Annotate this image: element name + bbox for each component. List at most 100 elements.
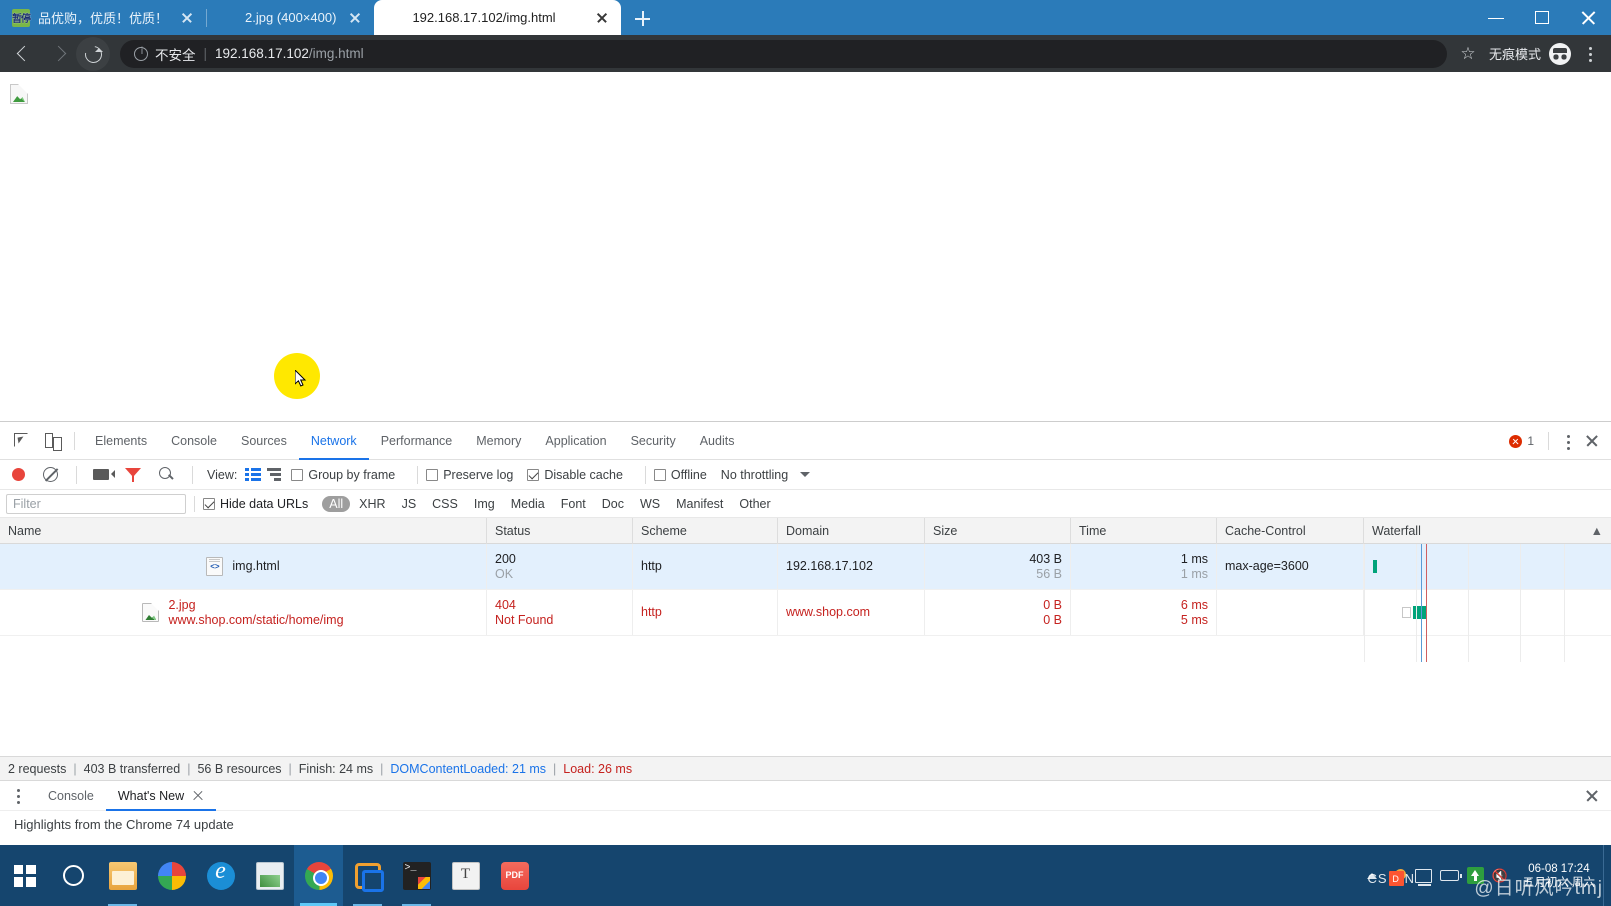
tab-memory[interactable]: Memory: [464, 422, 533, 460]
taskbar-vmware[interactable]: [343, 845, 392, 906]
window-controls: [1473, 0, 1611, 35]
tab-sources[interactable]: Sources: [229, 422, 299, 460]
chrome-menu-button[interactable]: [1577, 39, 1603, 69]
taskbar-chrome[interactable]: [294, 845, 343, 906]
column-header-status[interactable]: Status: [487, 518, 633, 544]
filter-type-doc[interactable]: Doc: [595, 496, 631, 512]
column-header-cache-control[interactable]: Cache-Control: [1217, 518, 1364, 544]
table-row[interactable]: img.html 200 OK http 192.168.17.102 403 …: [0, 544, 1611, 590]
capture-screenshots-icon[interactable]: [93, 469, 109, 480]
tab-audits[interactable]: Audits: [688, 422, 747, 460]
taskbar-terminal[interactable]: [392, 845, 441, 906]
browser-tab-3-close-icon[interactable]: [593, 9, 611, 27]
tab-application[interactable]: Application: [533, 422, 618, 460]
update-arrow-icon[interactable]: [1463, 845, 1489, 906]
taskbar-edge[interactable]: [196, 845, 245, 906]
reload-button[interactable]: [76, 37, 110, 71]
battery-icon[interactable]: [1437, 845, 1463, 906]
column-header-waterfall[interactable]: Waterfall ▲: [1364, 518, 1611, 544]
taskbar-clock[interactable]: 06-08 17:24 五月初六 周六: [1515, 862, 1603, 890]
browser-tab-1[interactable]: 暂停 品优购，优质！优质！: [0, 0, 206, 35]
navigation-toolbar: 不安全 | 192.168.17.102 /img.html ☆ 无痕模式: [0, 35, 1611, 72]
filter-funnel-icon[interactable]: [125, 468, 141, 482]
filter-type-all[interactable]: All: [322, 496, 350, 512]
filter-type-ws[interactable]: WS: [633, 496, 667, 512]
record-button-icon[interactable]: [12, 468, 25, 481]
column-header-domain[interactable]: Domain: [778, 518, 925, 544]
chrome-icon: [305, 862, 333, 890]
filter-type-media[interactable]: Media: [504, 496, 552, 512]
taskbar-color-app[interactable]: [147, 845, 196, 906]
browser-tab-2-close-icon[interactable]: [346, 9, 364, 27]
browser-tab-1-close-icon[interactable]: [178, 9, 196, 27]
request-path: www.shop.com/static/home/img: [168, 613, 343, 628]
tab-strip: 暂停 品优购，优质！优质！ 2.jpg (400×400) 192.168.17…: [0, 0, 1611, 35]
column-header-size[interactable]: Size: [925, 518, 1071, 544]
site-info-icon[interactable]: [134, 47, 148, 61]
search-icon[interactable]: [159, 467, 174, 482]
tab-console[interactable]: Console: [159, 422, 229, 460]
offline-checkbox[interactable]: Offline: [654, 468, 707, 482]
summary-finish: Finish: 24 ms: [299, 762, 373, 776]
disable-cache-checkbox[interactable]: Disable cache: [527, 468, 623, 482]
view-waterfall-icon[interactable]: [267, 468, 283, 481]
column-header-name[interactable]: Name: [0, 518, 487, 544]
new-tab-button[interactable]: [629, 4, 657, 32]
taskbar-paint[interactable]: [245, 845, 294, 906]
show-desktop-button[interactable]: [1603, 845, 1611, 906]
close-window-button[interactable]: [1565, 0, 1611, 35]
filter-type-font[interactable]: Font: [554, 496, 593, 512]
cortana-button[interactable]: [49, 845, 98, 906]
offline-label: Offline: [671, 468, 707, 482]
device-toolbar-icon[interactable]: [36, 426, 66, 456]
filter-type-other[interactable]: Other: [732, 496, 777, 512]
filter-type-xhr[interactable]: XHR: [352, 496, 392, 512]
drawer-close-button[interactable]: [1581, 785, 1603, 807]
devtools-close-button[interactable]: [1579, 426, 1605, 456]
status-code: 404: [495, 598, 624, 613]
clear-button-icon[interactable]: [43, 467, 58, 482]
filter-type-manifest[interactable]: Manifest: [669, 496, 730, 512]
taskbar-typora[interactable]: [441, 845, 490, 906]
column-header-scheme[interactable]: Scheme: [633, 518, 778, 544]
drawer-tab-whats-new[interactable]: What's New: [106, 781, 216, 811]
drawer-tab-console[interactable]: Console: [36, 781, 106, 811]
incognito-indicator[interactable]: 无痕模式: [1489, 43, 1571, 65]
taskbar-pdf[interactable]: [490, 845, 539, 906]
minimize-button[interactable]: [1473, 0, 1519, 35]
error-count-badge[interactable]: 1: [1509, 434, 1534, 448]
devtools-menu-button[interactable]: [1557, 426, 1579, 456]
filter-type-css[interactable]: CSS: [425, 496, 465, 512]
table-row[interactable]: 2.jpg www.shop.com/static/home/img 404 N…: [0, 590, 1611, 636]
back-button[interactable]: [8, 37, 42, 71]
drawer-tab-close-icon[interactable]: [192, 790, 204, 802]
throttling-dropdown[interactable]: No throttling: [721, 468, 810, 482]
browser-tab-3[interactable]: 192.168.17.102/img.html: [374, 0, 621, 35]
column-header-time[interactable]: Time: [1071, 518, 1217, 544]
view-list-icon[interactable]: [245, 468, 261, 481]
group-by-frame-checkbox[interactable]: Group by frame: [291, 468, 395, 482]
taskbar-file-explorer[interactable]: [98, 845, 147, 906]
address-bar[interactable]: 不安全 | 192.168.17.102 /img.html: [120, 40, 1447, 68]
inspect-element-icon[interactable]: [6, 426, 36, 456]
browser-tab-2[interactable]: 2.jpg (400×400): [207, 0, 374, 35]
tab-elements[interactable]: Elements: [83, 422, 159, 460]
volume-mute-icon[interactable]: 🔇: [1489, 845, 1515, 906]
start-button[interactable]: [0, 845, 49, 906]
drawer-menu-button[interactable]: [8, 784, 28, 808]
forward-button[interactable]: [42, 37, 76, 71]
time-sub-value: 5 ms: [1181, 613, 1208, 628]
filter-input[interactable]: Filter: [6, 494, 186, 514]
tab-network[interactable]: Network: [299, 422, 369, 460]
summary-requests: 2 requests: [8, 762, 66, 776]
cell-time: 1 ms 1 ms: [1071, 544, 1217, 589]
maximize-button[interactable]: [1519, 0, 1565, 35]
bookmark-star-icon[interactable]: ☆: [1453, 39, 1483, 69]
filter-type-img[interactable]: Img: [467, 496, 502, 512]
omnibox-separator: |: [204, 46, 208, 61]
tab-security[interactable]: Security: [619, 422, 688, 460]
tab-performance[interactable]: Performance: [369, 422, 465, 460]
hide-data-urls-checkbox[interactable]: Hide data URLs: [203, 497, 308, 511]
preserve-log-checkbox[interactable]: Preserve log: [426, 468, 513, 482]
filter-type-js[interactable]: JS: [395, 496, 424, 512]
